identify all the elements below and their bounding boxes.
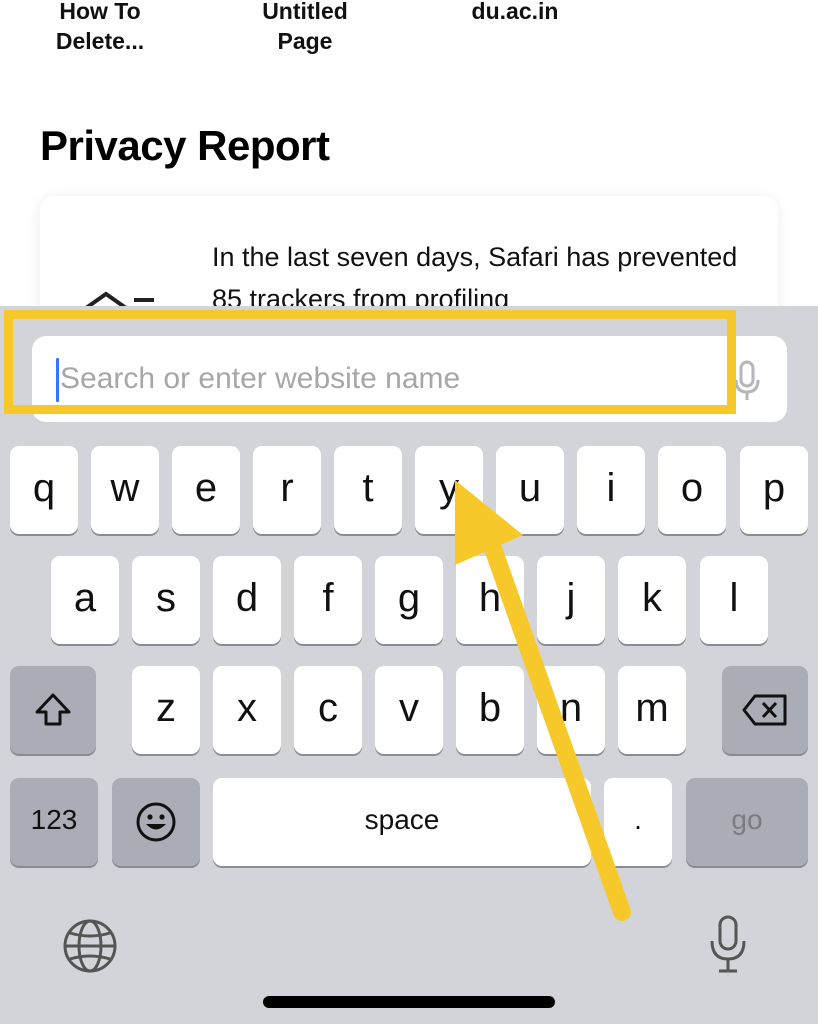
key-a[interactable]: a (51, 556, 119, 644)
key-c[interactable]: c (294, 666, 362, 754)
key-label: u (518, 466, 542, 510)
home-indicator (263, 996, 555, 1008)
favorite-item-du-ac-in[interactable]: du.ac.in (440, 0, 590, 26)
key-k[interactable]: k (618, 556, 686, 644)
key-label: v (399, 686, 419, 730)
key-label: . (634, 804, 642, 835)
key-label: j (566, 576, 576, 620)
key-label: f (322, 576, 334, 620)
favorite-label: How To Delete... (55, 0, 145, 54)
backspace-key[interactable] (722, 666, 808, 754)
key-y[interactable]: y (415, 446, 483, 534)
favorite-item-how-to-delete[interactable]: How To Delete... (40, 0, 160, 56)
period-key[interactable]: . (604, 778, 672, 866)
key-label: i (606, 466, 616, 510)
key-label: z (156, 686, 176, 730)
key-q[interactable]: q (10, 446, 78, 534)
key-r[interactable]: r (253, 446, 321, 534)
emoji-icon (136, 802, 176, 842)
key-label: q (32, 466, 56, 510)
key-v[interactable]: v (375, 666, 443, 754)
key-label: n (559, 686, 583, 730)
emoji-key[interactable] (112, 778, 200, 866)
key-label: e (194, 466, 218, 510)
key-d[interactable]: d (213, 556, 281, 644)
key-label: l (729, 576, 739, 620)
favorite-item-untitled-page[interactable]: Untitled Page (245, 0, 365, 56)
key-g[interactable]: g (375, 556, 443, 644)
key-o[interactable]: o (658, 446, 726, 534)
privacy-report-title: Privacy Report (40, 122, 330, 169)
dictation-mic-icon[interactable] (706, 914, 750, 974)
key-label: space (364, 804, 440, 835)
key-label: y (439, 466, 459, 510)
text-caret (56, 358, 59, 402)
key-label: go (731, 804, 763, 835)
shift-key[interactable] (10, 666, 96, 754)
key-label: s (156, 576, 176, 620)
backspace-icon (742, 694, 787, 726)
address-bar[interactable] (32, 336, 787, 422)
key-l[interactable]: l (700, 556, 768, 644)
key-s[interactable]: s (132, 556, 200, 644)
key-h[interactable]: h (456, 556, 524, 644)
shift-icon (35, 693, 71, 726)
numbers-key[interactable]: 123 (10, 778, 98, 866)
key-label: w (110, 466, 140, 510)
key-label: x (237, 686, 257, 730)
key-e[interactable]: e (172, 446, 240, 534)
globe-icon[interactable] (62, 918, 118, 974)
key-x[interactable]: x (213, 666, 281, 754)
key-b[interactable]: b (456, 666, 524, 754)
space-key[interactable]: space (213, 778, 591, 866)
key-n[interactable]: n (537, 666, 605, 754)
favorite-label: Untitled Page (262, 0, 348, 54)
key-label: b (478, 686, 502, 730)
key-z[interactable]: z (132, 666, 200, 754)
key-f[interactable]: f (294, 556, 362, 644)
key-label: c (318, 686, 338, 730)
key-label: r (280, 466, 294, 510)
search-input[interactable] (60, 356, 700, 402)
key-label: g (397, 576, 421, 620)
key-j[interactable]: j (537, 556, 605, 644)
favorite-label: du.ac.in (471, 0, 559, 24)
key-i[interactable]: i (577, 446, 645, 534)
key-label: k (642, 576, 662, 620)
key-label: t (362, 466, 374, 510)
key-label: 123 (30, 804, 78, 835)
go-key[interactable]: go (686, 778, 808, 866)
key-m[interactable]: m (618, 666, 686, 754)
key-label: m (635, 686, 669, 730)
key-w[interactable]: w (91, 446, 159, 534)
key-label: p (762, 466, 786, 510)
key-t[interactable]: t (334, 446, 402, 534)
key-u[interactable]: u (496, 446, 564, 534)
key-p[interactable]: p (740, 446, 808, 534)
key-label: a (73, 576, 97, 620)
key-label: h (478, 576, 502, 620)
key-label: o (680, 466, 704, 510)
key-label: d (235, 576, 259, 620)
keyboard-panel: q w e r t y u i o p a s d f g h j k l z … (0, 306, 818, 1024)
url-mic-icon[interactable] (732, 358, 762, 402)
